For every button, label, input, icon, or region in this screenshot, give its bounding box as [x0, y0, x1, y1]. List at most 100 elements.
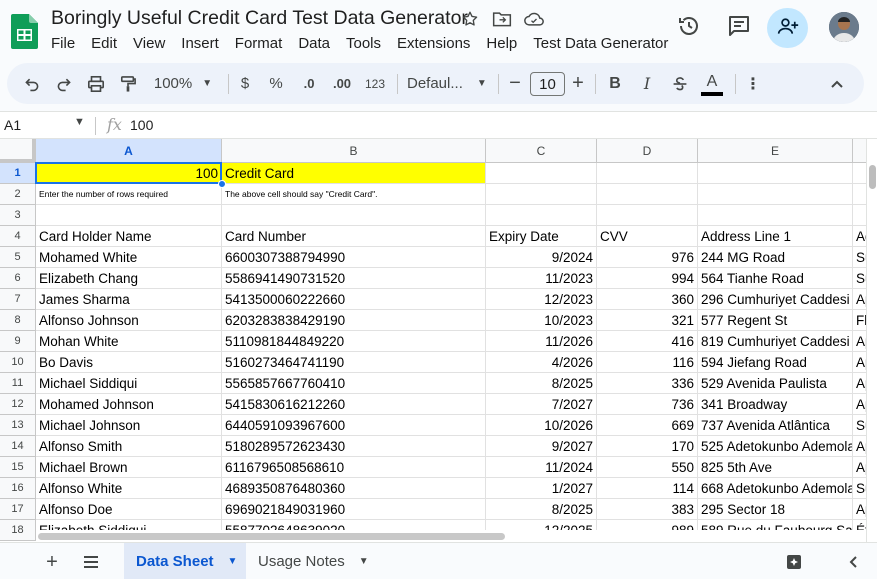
all-sheets-icon[interactable] — [80, 551, 102, 573]
cell-d9[interactable]: 416 — [597, 331, 698, 352]
decrease-decimal-button[interactable]: .0 — [296, 63, 322, 104]
chevron-left-icon[interactable] — [842, 551, 864, 573]
cell-c8[interactable]: 10/2023 — [486, 310, 597, 331]
cell-d5[interactable]: 976 — [597, 247, 698, 268]
increase-decimal-button[interactable]: .00 — [327, 63, 357, 104]
cell-d17[interactable]: 383 — [597, 499, 698, 520]
cell-d4[interactable]: CVV — [597, 226, 698, 247]
cell-a2[interactable]: Enter the number of rows required — [36, 184, 222, 205]
cell-b14[interactable]: 5180289572623430 — [222, 436, 486, 457]
cell-f2[interactable] — [853, 184, 866, 205]
cell-c10[interactable]: 4/2026 — [486, 352, 597, 373]
collapse-menus-icon[interactable] — [827, 63, 847, 104]
row-header-6[interactable]: 6 — [0, 268, 36, 289]
row-header-10[interactable]: 10 — [0, 352, 36, 373]
cell-f14[interactable]: Ap — [853, 436, 866, 457]
cell-c3[interactable] — [486, 205, 597, 226]
cell-b8[interactable]: 6203283838429190 — [222, 310, 486, 331]
menu-tools[interactable]: Tools — [346, 35, 381, 52]
more-formats-button[interactable]: 123 — [361, 63, 389, 104]
more-options-icon[interactable]: ⋮ — [745, 63, 761, 104]
decrease-font-size-icon[interactable]: − — [507, 63, 523, 104]
spreadsheet-grid[interactable]: A B C D E 1 100 Credit Card 2 Enter the numb… — [0, 139, 866, 542]
cell-f15[interactable]: Ap — [853, 457, 866, 478]
horizontal-scrollbar[interactable] — [36, 530, 866, 542]
cell-a10[interactable]: Bo Davis — [36, 352, 222, 373]
cell-c7[interactable]: 12/2023 — [486, 289, 597, 310]
cell-d8[interactable]: 321 — [597, 310, 698, 331]
cell-e14[interactable]: 525 Adetokunbo Ademola — [698, 436, 853, 457]
cell-f17[interactable]: Ap — [853, 499, 866, 520]
row-header-9[interactable]: 9 — [0, 331, 36, 352]
menu-insert[interactable]: Insert — [181, 35, 219, 52]
cell-b1[interactable]: Credit Card — [222, 163, 486, 184]
cell-e12[interactable]: 341 Broadway — [698, 394, 853, 415]
menu-edit[interactable]: Edit — [91, 35, 117, 52]
cell-b15[interactable]: 6116796508568610 — [222, 457, 486, 478]
currency-format-button[interactable]: $ — [235, 63, 255, 104]
cell-d3[interactable] — [597, 205, 698, 226]
explore-icon[interactable] — [783, 551, 805, 573]
cell-b4[interactable]: Card Number — [222, 226, 486, 247]
cell-e11[interactable]: 529 Avenida Paulista — [698, 373, 853, 394]
cell-c2[interactable] — [486, 184, 597, 205]
font-select[interactable]: Defaul... ▼ — [407, 63, 489, 104]
cell-e15[interactable]: 825 5th Ave — [698, 457, 853, 478]
cell-a1[interactable]: 100 — [36, 163, 222, 184]
paint-format-icon[interactable] — [116, 63, 140, 104]
cell-c17[interactable]: 8/2025 — [486, 499, 597, 520]
cell-d11[interactable]: 336 — [597, 373, 698, 394]
row-header-17[interactable]: 17 — [0, 499, 36, 520]
cell-e9[interactable]: 819 Cumhuriyet Caddesi — [698, 331, 853, 352]
row-header-13[interactable]: 13 — [0, 415, 36, 436]
horizontal-scroll-thumb[interactable] — [38, 533, 505, 540]
menu-view[interactable]: View — [133, 35, 165, 52]
cell-c14[interactable]: 9/2027 — [486, 436, 597, 457]
cell-c11[interactable]: 8/2025 — [486, 373, 597, 394]
cell-e1[interactable] — [698, 163, 853, 184]
cloud-status-icon[interactable] — [523, 8, 545, 30]
text-color-button[interactable]: A — [701, 63, 723, 104]
cell-a5[interactable]: Mohamed White — [36, 247, 222, 268]
cell-c16[interactable]: 1/2027 — [486, 478, 597, 499]
menu-help[interactable]: Help — [486, 35, 517, 52]
column-header-f[interactable] — [853, 139, 866, 163]
vertical-scroll-thumb[interactable] — [869, 165, 876, 189]
cell-c15[interactable]: 11/2024 — [486, 457, 597, 478]
cell-f12[interactable]: Ap — [853, 394, 866, 415]
cell-f16[interactable]: Su — [853, 478, 866, 499]
cell-a7[interactable]: James Sharma — [36, 289, 222, 310]
cell-a3[interactable] — [36, 205, 222, 226]
cell-b5[interactable]: 6600307388794990 — [222, 247, 486, 268]
row-header-14[interactable]: 14 — [0, 436, 36, 457]
cell-a9[interactable]: Mohan White — [36, 331, 222, 352]
vertical-scrollbar[interactable] — [866, 139, 877, 542]
font-size-input[interactable]: 10 — [530, 72, 565, 96]
cell-e10[interactable]: 594 Jiefang Road — [698, 352, 853, 373]
cell-c13[interactable]: 10/2026 — [486, 415, 597, 436]
cell-f11[interactable]: Ap — [853, 373, 866, 394]
cell-d10[interactable]: 116 — [597, 352, 698, 373]
share-button[interactable] — [767, 8, 808, 48]
avatar[interactable] — [829, 12, 859, 42]
cell-b7[interactable]: 5413500060222660 — [222, 289, 486, 310]
cell-e5[interactable]: 244 MG Road — [698, 247, 853, 268]
row-header-16[interactable]: 16 — [0, 478, 36, 499]
print-icon[interactable] — [84, 63, 108, 104]
comments-icon[interactable] — [725, 12, 753, 40]
select-all-corner[interactable] — [0, 139, 36, 163]
cell-a4[interactable]: Card Holder Name — [36, 226, 222, 247]
row-header-15[interactable]: 15 — [0, 457, 36, 478]
menu-test-data-generator[interactable]: Test Data Generator — [533, 35, 668, 52]
menu-data[interactable]: Data — [298, 35, 330, 52]
cell-e8[interactable]: 577 Regent St — [698, 310, 853, 331]
column-header-c[interactable]: C — [486, 139, 597, 163]
column-header-b[interactable]: B — [222, 139, 486, 163]
cell-c9[interactable]: 11/2026 — [486, 331, 597, 352]
cell-f6[interactable]: Su — [853, 268, 866, 289]
menu-extensions[interactable]: Extensions — [397, 35, 470, 52]
cell-f13[interactable]: Su — [853, 415, 866, 436]
cell-c4[interactable]: Expiry Date — [486, 226, 597, 247]
cell-e17[interactable]: 295 Sector 18 — [698, 499, 853, 520]
cell-d15[interactable]: 550 — [597, 457, 698, 478]
